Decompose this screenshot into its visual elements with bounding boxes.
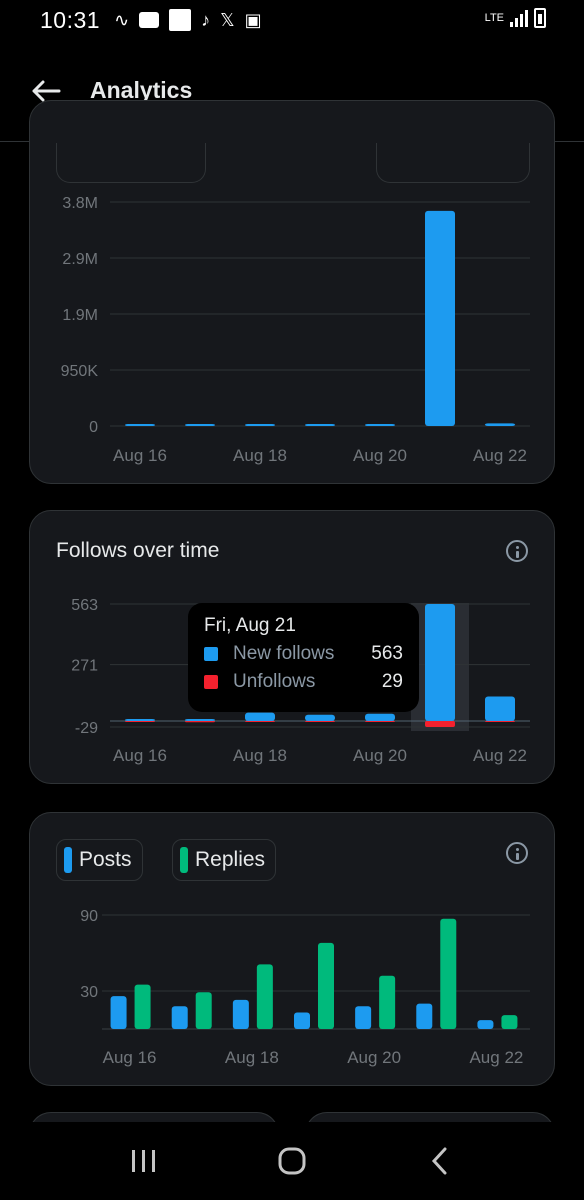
bar-replies — [134, 984, 151, 1029]
bar — [305, 424, 335, 426]
system-nav-bar — [0, 1122, 584, 1200]
bar-unfollows — [245, 720, 275, 722]
gallery-icon: ▣ — [244, 9, 262, 30]
bar — [125, 424, 155, 426]
bar-replies — [318, 942, 334, 1029]
home-button[interactable] — [262, 1131, 322, 1191]
bar-unfollows — [425, 720, 455, 727]
bar-new-follows — [185, 718, 215, 721]
x-tick-label: Aug 18 — [233, 446, 287, 465]
bar — [365, 424, 395, 426]
bar-new-follows — [305, 714, 335, 721]
x-tick-label: Aug 20 — [353, 746, 407, 765]
bar-replies — [440, 918, 457, 1029]
bar — [485, 423, 515, 426]
bar-posts — [232, 999, 249, 1029]
bar-posts — [110, 996, 127, 1029]
tooltip-row: New follows 563 — [204, 643, 403, 665]
x-tick-label: Aug 18 — [225, 1048, 279, 1067]
bar-new-follows — [245, 712, 275, 721]
bar-unfollows — [125, 720, 155, 722]
bar-posts — [294, 1012, 310, 1029]
x-tick-label: Aug 22 — [473, 746, 527, 765]
x-tick-label: Aug 18 — [233, 746, 287, 765]
tooltip-row-name: New follows — [233, 643, 335, 664]
bar-unfollows — [365, 720, 395, 722]
y-tick-label: 0 — [89, 419, 98, 436]
bar-new-follows — [425, 604, 455, 721]
recent-apps-icon — [132, 1150, 155, 1172]
y-tick-label: 2.9M — [62, 251, 98, 268]
bar — [245, 424, 275, 426]
x-tick-label: Aug 16 — [113, 446, 167, 465]
bar — [185, 424, 215, 426]
y-tick-label: 30 — [80, 984, 98, 1001]
notification-icons: ∿ ♪ 𝕏 ▣ — [114, 9, 262, 31]
impressions-chart: 3.8M 2.9M 1.9M 950K 0 Aug 16 Aug 18 Aug 20 Aug 2… — [61, 195, 530, 465]
posts-replies-chart: 90 30 Aug 16 Aug 18 Aug 20 Aug 22 — [80, 908, 530, 1067]
x-tick-label: Aug 20 — [353, 446, 407, 465]
tooltip-row-value: 563 — [371, 643, 403, 664]
tooltip-row-name: Unfollows — [233, 671, 316, 692]
tooltip-row-value: 29 — [381, 671, 403, 692]
status-bar: 10:31 ∿ ♪ 𝕏 ▣ LTE — [0, 0, 584, 40]
signal-icon — [510, 9, 528, 27]
status-time: 10:31 — [40, 6, 101, 33]
bar-posts — [477, 1020, 494, 1029]
y-tick-label: 1.9M — [62, 307, 98, 324]
x-icon: 𝕏 — [220, 9, 235, 30]
y-tick-label: 3.8M — [62, 195, 98, 212]
activity-icon: ∿ — [114, 9, 130, 30]
back-nav-button[interactable] — [410, 1131, 470, 1191]
bar — [425, 210, 455, 426]
system-status: LTE — [485, 8, 546, 28]
bar-unfollows — [185, 720, 215, 723]
network-type: LTE — [484, 12, 504, 24]
battery-icon — [534, 8, 546, 28]
chevron-left-icon — [431, 1147, 447, 1175]
bar-unfollows — [305, 720, 335, 722]
x-tick-label: Aug 20 — [347, 1048, 401, 1067]
y-tick-label: 90 — [80, 908, 98, 925]
x-tick-label: Aug 16 — [103, 1048, 157, 1067]
bar-replies — [256, 964, 273, 1029]
y-tick-label: 563 — [71, 597, 98, 614]
tiktok-icon: ♪ — [201, 9, 211, 30]
unfollows-swatch — [204, 675, 218, 689]
home-icon — [278, 1147, 306, 1175]
bar-posts — [171, 1006, 188, 1029]
bar-new-follows — [485, 696, 515, 721]
recent-apps-button[interactable] — [114, 1131, 174, 1191]
x-tick-label: Aug 22 — [469, 1048, 523, 1067]
impressions-chart-card: 3.8M 2.9M 1.9M 950K 0 Aug 16 Aug 18 Aug 20 Aug 2… — [29, 100, 555, 484]
y-tick-label: -29 — [75, 720, 98, 737]
tooltip-date: Fri, Aug 21 — [204, 615, 296, 636]
tooltip-row: Unfollows 29 — [204, 671, 403, 693]
bar-replies — [501, 1015, 518, 1029]
bar-new-follows — [365, 713, 395, 721]
bar-new-follows — [125, 718, 155, 721]
message-icon — [139, 12, 160, 28]
x-tick-label: Aug 16 — [113, 746, 167, 765]
bar-unfollows — [485, 720, 515, 722]
new-follows-swatch — [204, 647, 218, 661]
bar-posts — [355, 1006, 372, 1029]
posts-replies-chart-card: Posts Replies 90 30 Aug 16 Aug 18 Aug 20 Aug … — [29, 812, 555, 1086]
x-tick-label: Aug 22 — [473, 446, 527, 465]
bar-replies — [379, 975, 396, 1029]
bar-replies — [195, 992, 212, 1029]
app-icon — [169, 9, 192, 31]
back-arrow-icon — [32, 80, 61, 101]
bar-posts — [416, 1003, 433, 1029]
y-tick-label: 950K — [61, 363, 99, 380]
y-tick-label: 271 — [71, 658, 98, 675]
chart-tooltip: Fri, Aug 21 New follows 563 Unfollows 29 — [188, 603, 419, 712]
